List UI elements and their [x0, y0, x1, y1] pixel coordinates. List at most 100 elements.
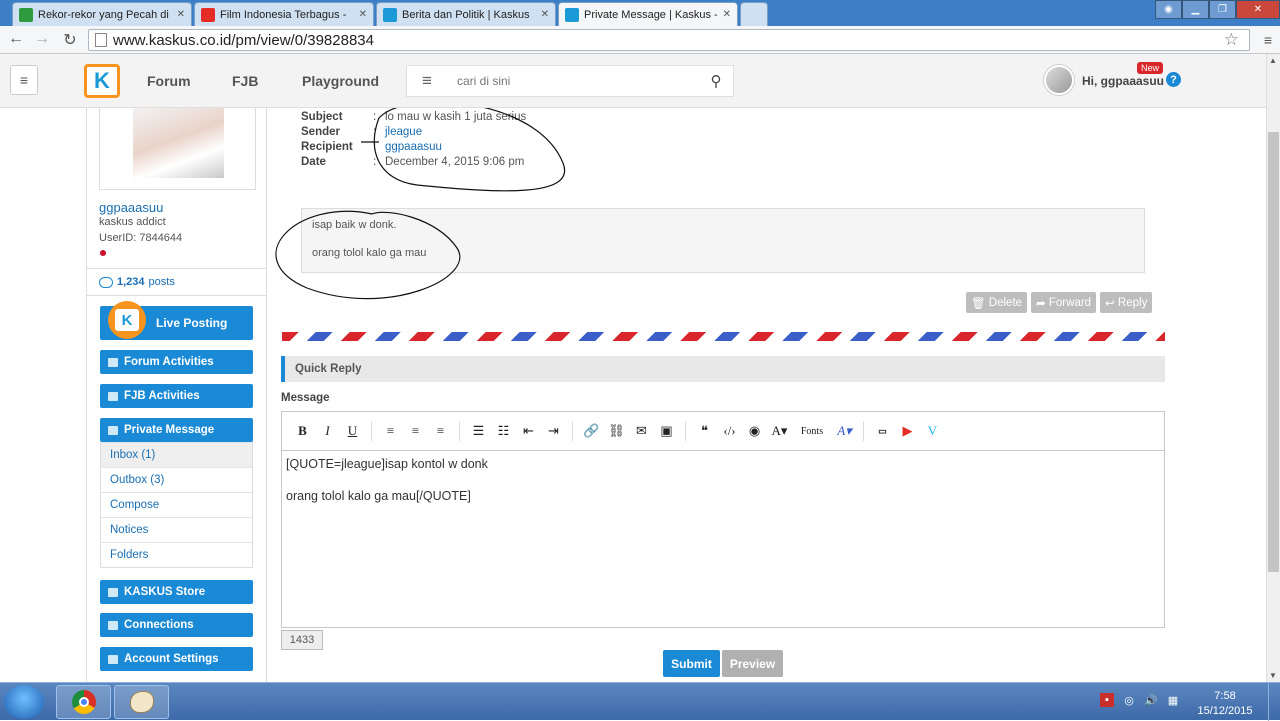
editor-toolbar: B I U ≡ ≡ ≡ ☰ ☷ ⇤ ⇥ 🔗 ⛓ ✉ ▣ ❝ ‹/› ◉ A▾ F…	[281, 411, 1165, 451]
numbered-list-icon[interactable]: ☷	[491, 423, 516, 439]
align-right-icon[interactable]: ≡	[428, 423, 453, 439]
image-icon[interactable]: ▣	[654, 423, 679, 439]
restore-icon[interactable]: ❐	[1209, 0, 1236, 19]
live-posting-button[interactable]: K Live Posting	[100, 301, 253, 340]
profile-photo[interactable]	[133, 108, 224, 178]
font-color-icon[interactable]: A▾	[832, 423, 857, 439]
search-icon[interactable]: ⚲	[699, 72, 733, 90]
new-tab-button[interactable]	[740, 2, 768, 26]
browser-tab-bar: Rekor-rekor yang Pecah di ✕ Film Indones…	[0, 0, 1280, 26]
forward-button[interactable]: ➦ Forward	[1031, 292, 1097, 313]
main-content: Subject : lo mau w kasih 1 juta serius S…	[267, 108, 1266, 682]
unlink-icon[interactable]: ⛓	[604, 423, 629, 439]
sidebar-item-private-message[interactable]: Private Message	[100, 418, 253, 442]
sidebar-username[interactable]: ggpaaasuu	[99, 200, 163, 215]
posts-count-row[interactable]: 1,234 posts	[87, 268, 267, 296]
bold-button[interactable]: B	[290, 423, 315, 439]
tray-network-icon[interactable]: ◎	[1122, 693, 1136, 707]
nav-fjb[interactable]: FJB	[232, 73, 258, 89]
taskbar-chrome[interactable]	[56, 685, 111, 719]
user-icon[interactable]: ◉	[1155, 0, 1182, 19]
clock[interactable]: 7:58 15/12/2015	[1195, 689, 1255, 719]
search-menu-icon[interactable]: ≡	[407, 71, 447, 91]
browser-tab-3[interactable]: Berita dan Politik | Kaskus ✕	[376, 2, 556, 26]
hamburger-menu-icon[interactable]: ≡	[10, 65, 38, 95]
fonts-dropdown[interactable]: Fonts	[792, 426, 832, 437]
align-center-icon[interactable]: ≡	[403, 423, 428, 439]
tab-close-icon[interactable]: ✕	[355, 9, 367, 20]
sidebar-item-fjb-activities[interactable]: FJB Activities	[100, 384, 253, 408]
start-button[interactable]	[4, 685, 44, 719]
outdent-icon[interactable]: ⇤	[516, 423, 541, 439]
vimeo-icon[interactable]: V	[920, 423, 945, 439]
reply-button[interactable]: ↩ Reply	[1100, 292, 1153, 313]
link-icon[interactable]: 🔗	[579, 423, 604, 439]
underline-button[interactable]: U	[340, 423, 365, 439]
youtube-icon[interactable]: ▶	[895, 423, 920, 439]
tab-close-icon[interactable]: ✕	[719, 9, 731, 20]
align-left-icon[interactable]: ≡	[378, 423, 403, 439]
address-bar[interactable]: www.kaskus.co.id/pm/view/0/39828834 ☆	[88, 29, 1250, 51]
code-icon[interactable]: ‹/›	[717, 423, 742, 439]
close-icon[interactable]: ✕	[1236, 0, 1280, 19]
browser-tab-1[interactable]: Rekor-rekor yang Pecah di ✕	[12, 2, 192, 26]
tab-close-icon[interactable]: ✕	[537, 9, 549, 20]
italic-button[interactable]: I	[315, 423, 340, 439]
sidebar-item-connections[interactable]: Connections	[100, 613, 253, 637]
reload-icon[interactable]: ↻	[60, 30, 80, 50]
scroll-thumb[interactable]	[1268, 132, 1279, 572]
taskbar-paint[interactable]	[114, 685, 169, 719]
sidebar: ggpaaasuu kaskus addict UserID: 7844644 …	[86, 108, 267, 682]
sender-label: Sender	[301, 126, 340, 138]
search-input[interactable]	[447, 74, 699, 88]
indent-icon[interactable]: ⇥	[541, 423, 566, 439]
spoiler-circle-icon[interactable]: ◉	[742, 423, 767, 439]
preview-button[interactable]: Preview	[722, 650, 783, 677]
sender-link[interactable]: jleague	[385, 126, 422, 141]
page-scrollbar[interactable]: ▲ ▼	[1266, 54, 1280, 682]
recipient-link[interactable]: ggpaaasuu	[385, 141, 442, 156]
sidebar-item-account-settings[interactable]: Account Settings	[100, 647, 253, 671]
minimize-icon[interactable]: ▁	[1182, 0, 1209, 19]
profile-frame	[99, 108, 256, 190]
tray-app-icon[interactable]: ▪	[1100, 693, 1114, 707]
browser-tab-active[interactable]: Private Message | Kaskus - ✕	[558, 2, 738, 26]
scroll-down-icon[interactable]: ▼	[1269, 671, 1277, 680]
spoiler-icon[interactable]: ▭	[870, 426, 895, 437]
sidebar-item-kaskus-store[interactable]: KASKUS Store	[100, 580, 253, 604]
pm-notices[interactable]: Notices	[101, 517, 252, 542]
pm-folders[interactable]: Folders	[101, 542, 252, 567]
taskbar: ▪ ◎ 🔊 ▦ 7:58 15/12/2015	[0, 682, 1280, 721]
pm-outbox[interactable]: Outbox (3)	[101, 467, 252, 492]
quote-icon[interactable]: ❝	[692, 423, 717, 439]
show-desktop-button[interactable]	[1268, 683, 1280, 721]
back-icon[interactable]: ←	[6, 30, 26, 48]
sidebar-item-forum-activities[interactable]: Forum Activities	[100, 350, 253, 374]
bullet-list-icon[interactable]: ☰	[466, 423, 491, 439]
tab-close-icon[interactable]: ✕	[173, 9, 185, 20]
bookmark-star-icon[interactable]: ☆	[1224, 30, 1239, 50]
forward-icon[interactable]: →	[32, 30, 52, 48]
nav-playground[interactable]: Playground	[302, 73, 379, 89]
nav-forum[interactable]: Forum	[147, 73, 191, 89]
message-textarea[interactable]: [QUOTE=jleague]isap kontol w donk orang …	[281, 450, 1165, 628]
volume-icon[interactable]: 🔊	[1144, 693, 1158, 707]
kaskus-logo[interactable]: K	[84, 64, 120, 98]
network-icon[interactable]: ▦	[1166, 693, 1180, 707]
avatar[interactable]	[1044, 65, 1074, 95]
scroll-up-icon[interactable]: ▲	[1269, 56, 1277, 65]
chrome-menu-icon[interactable]: ≡	[1264, 32, 1272, 48]
pm-compose[interactable]: Compose	[101, 492, 252, 517]
comment-icon	[99, 276, 113, 288]
pm-inbox[interactable]: Inbox (1)	[101, 442, 252, 467]
subject-value: lo mau w kasih 1 juta serius	[385, 111, 527, 123]
tab-title: Rekor-rekor yang Pecah di	[38, 8, 169, 21]
font-size-icon[interactable]: A▾	[767, 423, 792, 439]
browser-tab-2[interactable]: Film Indonesia Terbagus - ✕	[194, 2, 374, 26]
email-icon[interactable]: ✉	[629, 423, 654, 439]
help-icon[interactable]: ?	[1166, 72, 1181, 87]
user-greeting[interactable]: Hi, ggpaaasuu	[1082, 74, 1164, 88]
submit-button[interactable]: Submit	[663, 650, 720, 677]
delete-button[interactable]: 🗑 Delete	[966, 292, 1028, 313]
browser-toolbar: ← → ↻ www.kaskus.co.id/pm/view/0/3982883…	[0, 26, 1280, 54]
